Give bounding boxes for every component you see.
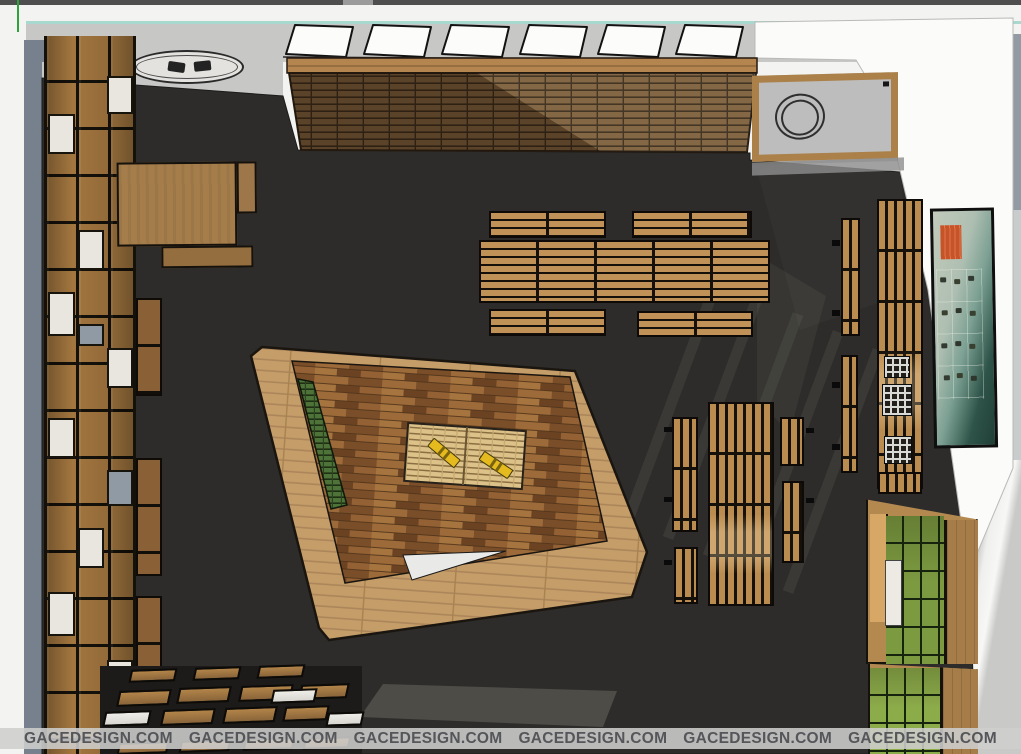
display-tray	[256, 664, 305, 679]
desk-side-return	[237, 161, 257, 213]
display-tray-white	[270, 688, 317, 704]
display-tray	[176, 686, 232, 704]
lounge-chair-2	[194, 60, 212, 72]
shelf-cube-white	[48, 592, 75, 636]
shelf-cube-white	[78, 230, 104, 270]
bench	[672, 417, 698, 532]
desk-top	[117, 162, 238, 247]
watermark-text: GACEDESIGN.COM	[848, 731, 997, 747]
bench	[782, 481, 804, 563]
counter-knob	[883, 81, 889, 86]
display-tray-white	[102, 710, 152, 727]
display-tray	[282, 705, 330, 722]
watermark-text: GACEDESIGN.COM	[683, 731, 832, 747]
bench	[841, 355, 858, 473]
shelf-cube-white	[48, 418, 75, 458]
bench	[489, 211, 606, 238]
long-table	[708, 402, 774, 606]
table-support	[832, 240, 840, 246]
desk-lower-step	[161, 245, 253, 268]
shelf-white-panel	[885, 560, 902, 626]
watermark-text: GACEDESIGN.COM	[354, 731, 503, 747]
green-bookshelf-upper	[866, 496, 978, 664]
platform-display-table	[404, 423, 526, 489]
watermark-text: GACEDESIGN.COM	[24, 731, 173, 747]
watermark-text: GACEDESIGN.COM	[518, 731, 667, 747]
wire-basket	[884, 436, 912, 464]
table-support	[832, 444, 840, 450]
shelf-cube-white	[107, 76, 133, 114]
watermark-text: GACEDESIGN.COM	[189, 731, 338, 747]
poster-figure-marks	[940, 277, 946, 282]
long-table	[479, 240, 770, 303]
shelf-cube-white	[48, 292, 75, 336]
table-light-band	[710, 514, 772, 574]
bench	[674, 547, 698, 604]
bench	[780, 417, 804, 466]
watermark-bar: GACEDESIGN.COM GACEDESIGN.COM GACEDESIGN…	[0, 728, 1021, 749]
shelf-protrusion	[136, 298, 162, 396]
bench	[841, 218, 860, 336]
shelf-wood-side	[944, 520, 978, 666]
display-tray	[116, 689, 172, 707]
table-support	[664, 497, 672, 502]
interior-render-viewport: GACEDESIGN.COM GACEDESIGN.COM GACEDESIGN…	[0, 0, 1021, 754]
display-tray	[222, 706, 278, 724]
table-support	[664, 427, 672, 432]
wire-basket	[884, 356, 910, 378]
table-support	[664, 560, 672, 565]
table-support	[806, 498, 814, 503]
shelf-cube-white	[48, 114, 75, 154]
poster-seal-orange	[940, 225, 962, 259]
left-cube-shelving	[44, 36, 136, 754]
table-support	[806, 428, 814, 433]
display-tray	[192, 666, 241, 681]
wall-art-poster	[930, 207, 998, 448]
shelf-cube-white	[78, 528, 104, 568]
counter-unit	[752, 72, 898, 162]
wood-stool	[878, 472, 922, 494]
clerestory-windows	[283, 25, 757, 60]
shelf-cube-gray	[107, 470, 133, 506]
bench	[489, 309, 606, 336]
bench	[632, 211, 752, 238]
display-tray	[160, 708, 216, 726]
table-support	[832, 310, 840, 316]
shelf-cube-gray	[78, 324, 104, 346]
shelf-cube-white	[107, 348, 133, 388]
poster-grid-lines	[936, 269, 984, 400]
display-tray	[128, 668, 177, 683]
shelf-protrusion	[136, 458, 162, 576]
table-support	[832, 382, 840, 388]
display-tray-white	[325, 711, 364, 726]
rug-inner-ring	[136, 55, 238, 79]
lounge-chair-1	[167, 61, 185, 73]
bench	[637, 311, 753, 337]
oval-rug	[130, 50, 244, 84]
slatted-ceiling-panel	[287, 58, 757, 152]
reception-desk	[115, 157, 258, 268]
wire-basket	[882, 384, 912, 416]
